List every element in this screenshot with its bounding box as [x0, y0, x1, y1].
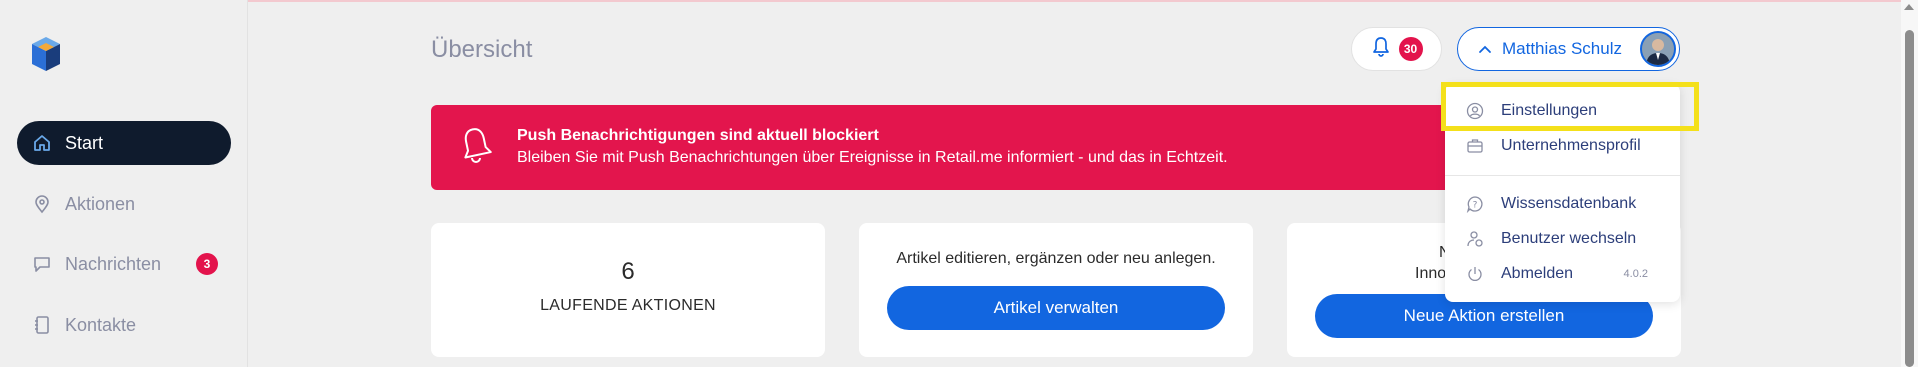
chat-icon: [31, 253, 53, 275]
app-version: 4.0.2: [1623, 268, 1648, 280]
menu-item-wissensdatenbank[interactable]: ? Wissensdatenbank: [1445, 190, 1680, 218]
sidebar-item-nachrichten[interactable]: Nachrichten 3: [17, 242, 231, 286]
briefcase-icon: [1465, 136, 1485, 156]
page-scrollbar[interactable]: [1901, 0, 1918, 367]
sidebar-item-label: Kontakte: [65, 314, 137, 335]
scroll-thumb[interactable]: [1905, 30, 1914, 367]
top-accent-line: [0, 0, 1918, 2]
menu-item-label: Benutzer wechseln: [1501, 230, 1637, 247]
message-count-badge: 3: [196, 253, 218, 275]
svg-text:?: ?: [1473, 201, 1478, 211]
sidebar-item-label: Start: [65, 132, 104, 153]
menu-item-abmelden[interactable]: Abmelden 4.0.2: [1445, 260, 1680, 288]
articles-card: Artikel editieren, ergänzen oder neu anl…: [859, 223, 1253, 357]
bell-icon: [1371, 36, 1391, 63]
sidebar-item-label: Aktionen: [65, 193, 136, 214]
sidebar-item-start[interactable]: Start: [17, 121, 231, 165]
power-icon: [1465, 264, 1485, 284]
notifications-button[interactable]: 30: [1351, 27, 1442, 71]
contacts-book-icon: [31, 314, 53, 336]
running-actions-count: 6: [621, 258, 635, 285]
sidebar-item-kontakte[interactable]: Kontakte: [17, 303, 231, 347]
switch-user-icon: [1465, 229, 1485, 249]
chevron-up-icon: [1478, 44, 1492, 54]
menu-item-label: Unternehmensprofil: [1501, 137, 1641, 154]
user-name: Matthias Schulz: [1502, 39, 1622, 58]
app-logo[interactable]: [26, 34, 64, 74]
alert-text: Bleiben Sie mit Push Benachrichtungen üb…: [517, 149, 1228, 166]
running-actions-label: LAUFENDE AKTIONEN: [540, 297, 716, 314]
running-actions-card[interactable]: 6 LAUFENDE AKTIONEN: [431, 223, 825, 357]
menu-item-label: Abmelden: [1501, 265, 1574, 282]
bell-icon: [459, 125, 493, 170]
sidebar-item-label: Nachrichten: [65, 253, 162, 274]
sidebar-item-aktionen[interactable]: Aktionen: [17, 182, 231, 226]
help-bubble-icon: ?: [1465, 194, 1485, 214]
notification-count-badge: 30: [1398, 37, 1423, 61]
page-title: Übersicht: [431, 36, 533, 63]
manage-articles-button[interactable]: Artikel verwalten: [887, 286, 1225, 330]
scroll-up-arrow-icon[interactable]: [1904, 4, 1914, 10]
user-menu-button[interactable]: Matthias Schulz: [1457, 27, 1680, 71]
home-icon: [31, 132, 53, 154]
sidebar: Start Aktionen Nachrichten 3 Kontakte: [0, 0, 248, 367]
menu-item-benutzer-wechseln[interactable]: Benutzer wechseln: [1445, 225, 1680, 253]
menu-item-label: Wissensdatenbank: [1501, 195, 1637, 212]
highlight-box: [1441, 82, 1699, 131]
push-blocked-alert: Push Benachrichtigungen sind aktuell blo…: [431, 105, 1541, 190]
articles-card-text: Artikel editieren, ergänzen oder neu anl…: [896, 250, 1216, 267]
alert-title: Push Benachrichtigungen sind aktuell blo…: [517, 127, 879, 144]
menu-item-unternehmensprofil[interactable]: Unternehmensprofil: [1445, 132, 1680, 160]
menu-divider: [1445, 175, 1680, 176]
avatar: [1640, 31, 1676, 67]
location-pin-icon: [31, 193, 53, 215]
